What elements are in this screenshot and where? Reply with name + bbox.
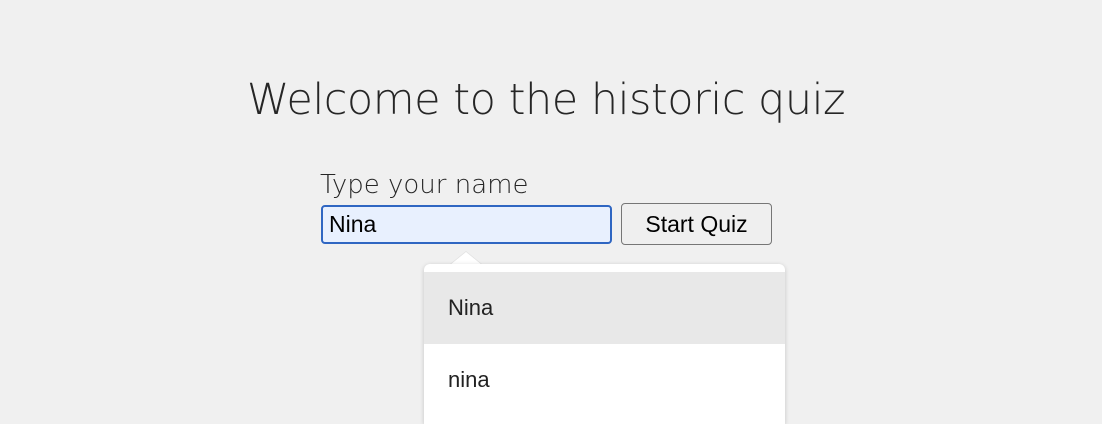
start-quiz-button[interactable]: Start Quiz [621,203,772,245]
autocomplete-suggestion-1[interactable]: Nina [424,272,785,344]
page-title: Welcome to the historic quiz [246,75,846,125]
name-input[interactable] [321,205,612,244]
name-label: Type your name [320,170,529,200]
autocomplete-suggestion-2[interactable]: nina [424,344,785,416]
popup-top-padding [424,264,785,272]
autocomplete-dropdown: Nina nina [424,264,785,424]
